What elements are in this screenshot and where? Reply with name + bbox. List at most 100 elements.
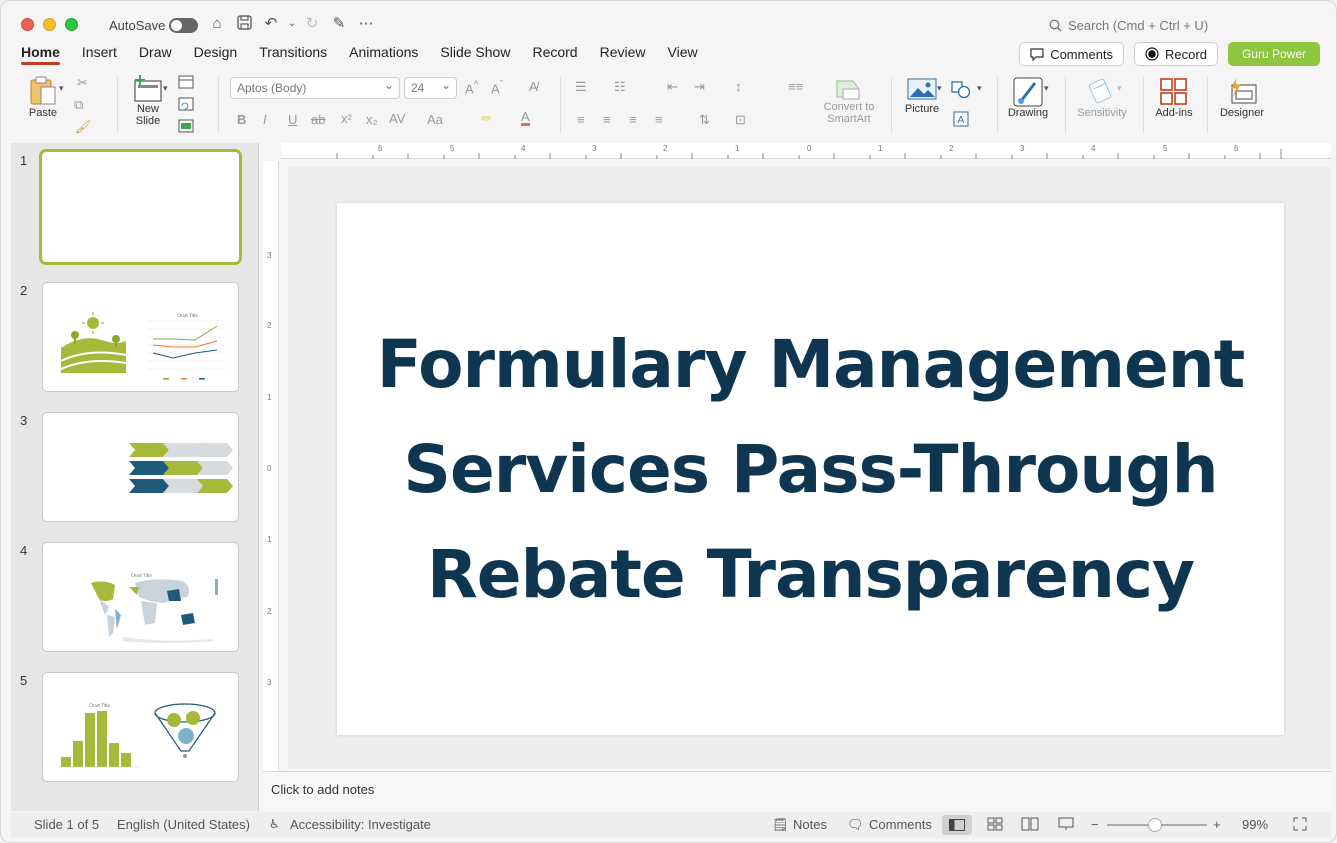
- current-slide[interactable]: Formulary Management Services Pass-Throu…: [337, 203, 1284, 735]
- tab-review[interactable]: Review: [589, 43, 657, 65]
- undo-dropdown-icon[interactable]: ⌄: [283, 15, 301, 33]
- superscript-icon[interactable]: x²: [341, 111, 352, 126]
- bold-icon[interactable]: B: [237, 112, 246, 127]
- shapes-dropdown-icon[interactable]: ▾: [977, 83, 982, 94]
- tab-home[interactable]: Home: [21, 43, 71, 65]
- decrease-font-icon[interactable]: Aˇ: [491, 79, 503, 96]
- home-icon[interactable]: ⌂: [208, 15, 226, 33]
- comments-toggle[interactable]: Comments: [869, 817, 932, 832]
- layout-icon[interactable]: [178, 75, 194, 89]
- character-spacing-icon[interactable]: AV: [389, 111, 405, 126]
- smartart-icon: [836, 80, 860, 100]
- strikethrough-icon[interactable]: ab: [311, 112, 325, 127]
- highlight-icon[interactable]: ✏: [481, 111, 492, 127]
- slideshow-view-icon[interactable]: [1058, 817, 1074, 831]
- maximize-window-button[interactable]: [65, 18, 78, 31]
- line-spacing-icon[interactable]: ↕: [735, 79, 742, 94]
- autosave-toggle[interactable]: [169, 18, 198, 33]
- align-text-icon[interactable]: ⊡: [735, 112, 746, 128]
- sensitivity-dropdown-icon[interactable]: ▾: [1117, 83, 1122, 94]
- close-window-button[interactable]: [21, 18, 34, 31]
- guru-power-button[interactable]: Guru Power: [1227, 42, 1320, 66]
- normal-view-button[interactable]: [942, 815, 972, 835]
- picture-dropdown-icon[interactable]: ▾: [937, 83, 942, 94]
- record-button[interactable]: Record: [1134, 42, 1218, 66]
- notes-toggle[interactable]: Notes: [793, 817, 827, 832]
- paste-button[interactable]: Paste: [23, 75, 63, 119]
- tab-design[interactable]: Design: [183, 43, 249, 65]
- zoom-in-button[interactable]: +: [1213, 817, 1221, 832]
- notes-toggle-icon[interactable]: 🗒: [772, 817, 789, 833]
- slide-title[interactable]: Formulary Management Services Pass-Throu…: [361, 312, 1261, 627]
- more-icon[interactable]: ⋯: [357, 15, 375, 33]
- clear-format-icon[interactable]: A̸: [529, 79, 538, 94]
- sensitivity-button[interactable]: Sensitivity: [1073, 77, 1131, 119]
- redo-icon[interactable]: ↻: [303, 15, 321, 33]
- undo-icon[interactable]: ↶: [262, 15, 280, 33]
- minimize-window-button[interactable]: [43, 18, 56, 31]
- comments-toggle-icon[interactable]: 🗨: [847, 817, 864, 833]
- decrease-indent-icon[interactable]: ⇤: [667, 79, 678, 95]
- slide-thumbnail-4[interactable]: Chart Title: [42, 542, 239, 652]
- tab-view[interactable]: View: [657, 43, 709, 65]
- language-indicator[interactable]: English (United States): [117, 817, 250, 832]
- numbering-icon[interactable]: ☷: [614, 79, 626, 95]
- save-icon[interactable]: [235, 15, 253, 33]
- tab-insert[interactable]: Insert: [71, 43, 128, 65]
- accessibility-status[interactable]: Accessibility: Investigate: [290, 817, 431, 832]
- slide-thumbnail-1[interactable]: [39, 149, 242, 265]
- font-color-icon[interactable]: A: [521, 110, 530, 126]
- thumb-4-graphic: Chart Title: [91, 573, 218, 643]
- text-box-icon[interactable]: A: [953, 111, 969, 127]
- slide-thumbnail-5[interactable]: Chart Title: [42, 672, 239, 782]
- columns-icon[interactable]: ≡≡: [788, 79, 803, 94]
- font-name-select[interactable]: Aptos (Body): [230, 75, 400, 99]
- justify-icon[interactable]: ≡: [655, 112, 663, 127]
- bullets-icon[interactable]: ☰: [575, 79, 587, 95]
- subscript-icon[interactable]: x₂: [366, 112, 378, 127]
- align-left-icon[interactable]: ≡: [577, 112, 585, 127]
- section-icon[interactable]: [178, 119, 194, 133]
- zoom-slider-thumb[interactable]: [1148, 818, 1162, 832]
- accessibility-icon[interactable]: ♿︎: [269, 817, 280, 831]
- italic-icon[interactable]: I: [263, 112, 267, 127]
- search-box[interactable]: Search (Cmd + Ctrl + U): [1049, 18, 1208, 33]
- new-slide-dropdown-icon[interactable]: ▾: [163, 83, 168, 94]
- edit-icon[interactable]: ✎: [330, 15, 348, 33]
- cut-icon[interactable]: ✂: [77, 75, 88, 91]
- picture-label: Picture: [904, 103, 940, 115]
- tab-record[interactable]: Record: [521, 43, 588, 65]
- convert-smartart-button[interactable]: Convert to SmartArt: [818, 77, 880, 125]
- reading-view-icon[interactable]: [1021, 817, 1039, 831]
- designer-button[interactable]: Designer: [1216, 77, 1268, 119]
- tab-transitions[interactable]: Transitions: [248, 43, 338, 65]
- drawing-dropdown-icon[interactable]: ▾: [1044, 83, 1049, 94]
- fit-to-window-icon[interactable]: [1293, 817, 1307, 831]
- paste-dropdown-icon[interactable]: ▾: [59, 83, 64, 94]
- add-ins-button[interactable]: Add-ins: [1150, 77, 1198, 119]
- increase-font-icon[interactable]: A^: [465, 79, 479, 96]
- reset-slide-icon[interactable]: [178, 97, 194, 111]
- slide-title-line-2: Services Pass-Through: [403, 430, 1218, 508]
- align-center-icon[interactable]: ≡: [603, 112, 611, 127]
- font-size-select[interactable]: 24: [404, 75, 457, 99]
- align-right-icon[interactable]: ≡: [629, 112, 637, 127]
- format-painter-icon[interactable]: 🖌: [75, 119, 92, 135]
- text-direction-icon[interactable]: ⇅: [699, 112, 710, 128]
- slide-thumbnail-3[interactable]: [42, 412, 239, 522]
- increase-indent-icon[interactable]: ⇥: [694, 79, 705, 95]
- change-case-icon[interactable]: Aa: [427, 112, 443, 127]
- shapes-icon[interactable]: [951, 81, 971, 99]
- powerpoint-window: AutoSave ⌂ ↶ ⌄ ↻ ✎ ⋯ Search (Cmd + Ctrl …: [0, 0, 1337, 843]
- zoom-level[interactable]: 99%: [1242, 817, 1268, 832]
- underline-icon[interactable]: U: [288, 112, 297, 127]
- tab-draw[interactable]: Draw: [128, 43, 183, 65]
- slide-thumbnail-2[interactable]: Chart Title: [42, 282, 239, 392]
- tab-slide-show[interactable]: Slide Show: [429, 43, 521, 65]
- notes-pane[interactable]: Click to add notes: [263, 771, 1331, 811]
- slide-sorter-icon[interactable]: [987, 817, 1003, 831]
- copy-icon[interactable]: ⧉: [74, 97, 83, 113]
- comments-button[interactable]: Comments: [1019, 42, 1125, 66]
- zoom-out-button[interactable]: −: [1091, 817, 1099, 832]
- tab-animations[interactable]: Animations: [338, 43, 429, 65]
